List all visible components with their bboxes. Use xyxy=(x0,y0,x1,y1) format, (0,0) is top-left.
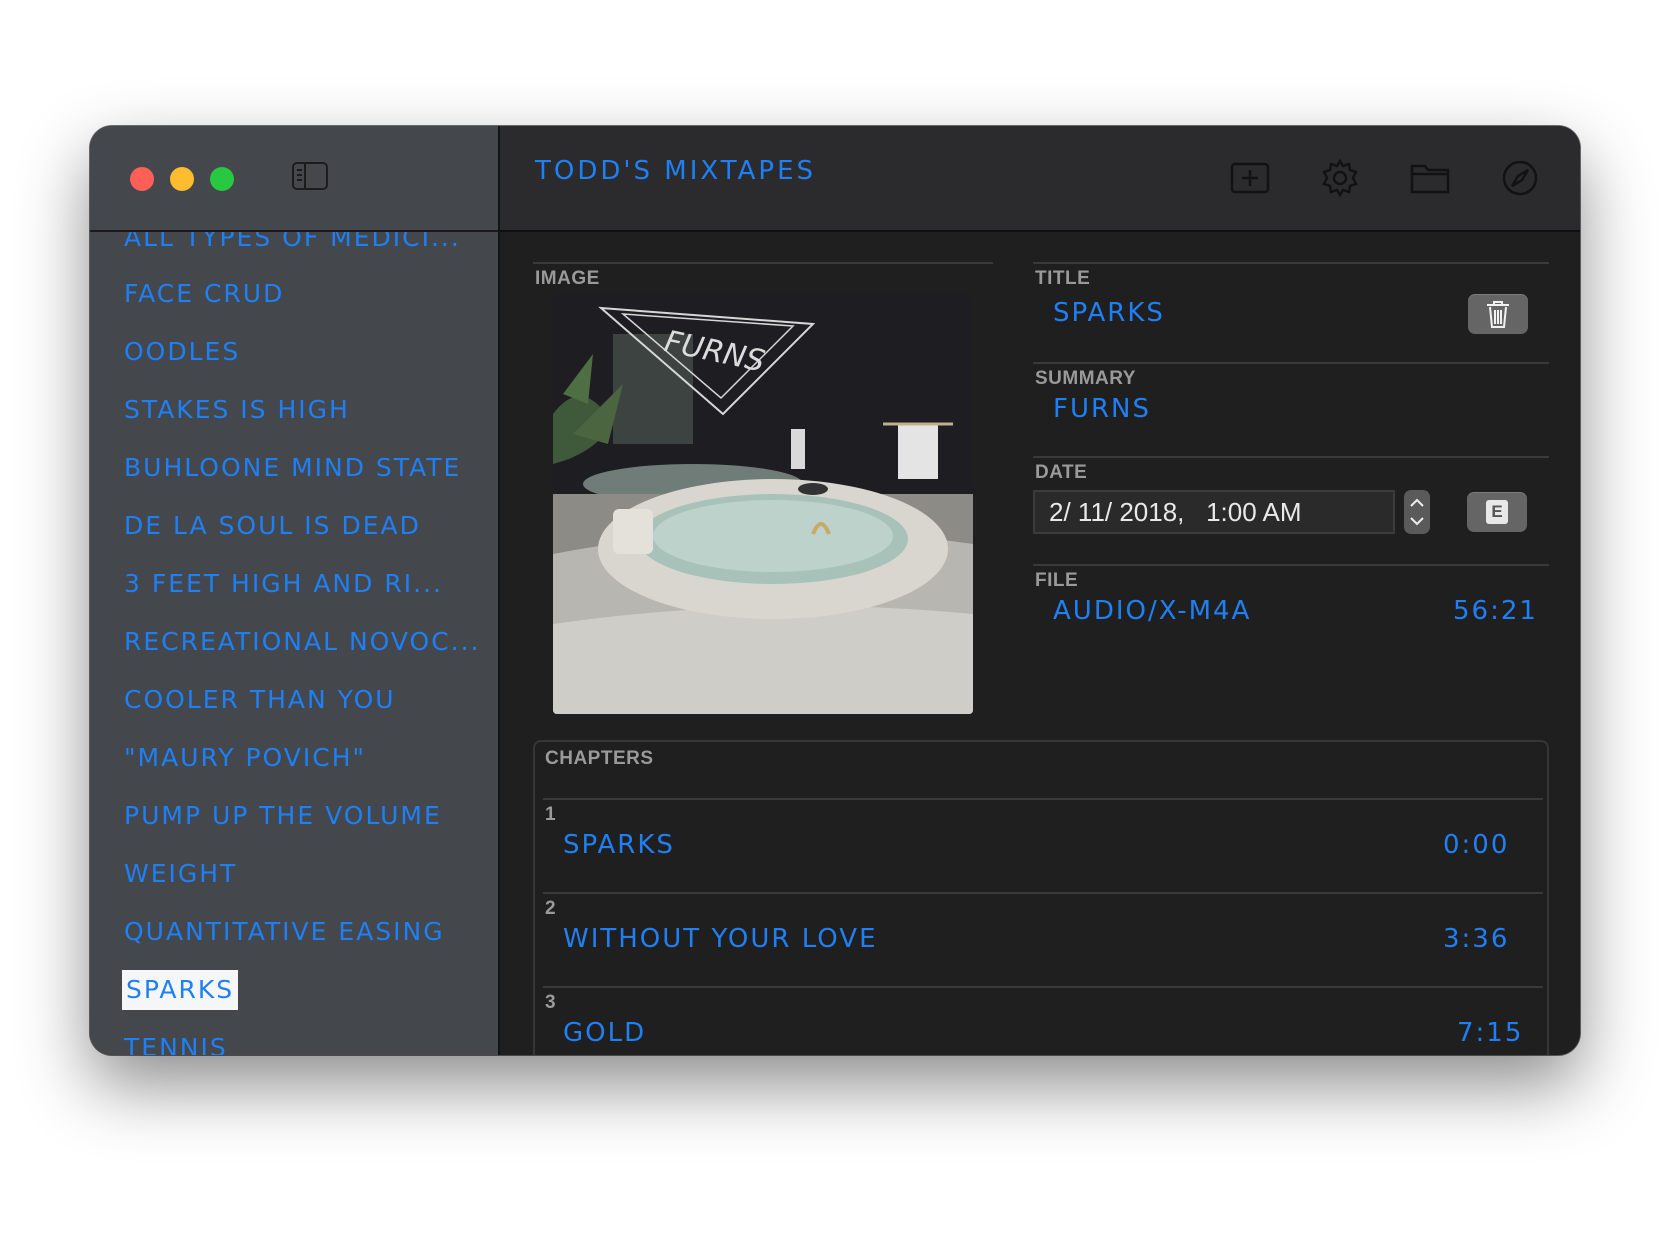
sidebar-item[interactable]: WEIGHT xyxy=(124,854,237,894)
sidebar-item[interactable]: FACE CRUD xyxy=(124,274,284,314)
separator xyxy=(533,262,993,264)
separator xyxy=(1033,456,1549,458)
gear-icon[interactable] xyxy=(1320,158,1360,198)
sidebar: ALL TYPES OF MEDICI... FACE CRUD OODLES … xyxy=(90,126,500,1055)
chapter-time[interactable]: 3:36 xyxy=(1443,924,1509,954)
chapter-number: 1 xyxy=(545,804,556,825)
chapter-title[interactable]: SPARKS xyxy=(563,830,675,860)
separator xyxy=(543,986,1543,988)
sidebar-item[interactable]: PUMP UP THE VOLUME xyxy=(124,796,442,836)
close-window-button[interactable] xyxy=(130,167,154,191)
mixtape-list[interactable]: ALL TYPES OF MEDICI... FACE CRUD OODLES … xyxy=(90,126,498,1055)
date-picker-field[interactable]: 2/ 11/ 2018, 1:00 AM xyxy=(1033,490,1395,534)
detail-pane: TODD'S MIXTAPES IMAGE FURNS TITLE SPARKS… xyxy=(500,126,1580,1055)
date-stepper[interactable] xyxy=(1404,490,1430,534)
sidebar-item[interactable]: 3 FEET HIGH AND RI... xyxy=(124,564,443,604)
sidebar-item[interactable]: RECREATIONAL NOVOC... xyxy=(124,622,481,662)
file-label: FILE xyxy=(1035,570,1079,591)
chevron-up-icon xyxy=(1410,498,1424,507)
toolbar: TODD'S MIXTAPES xyxy=(500,126,1580,232)
file-duration: 56:21 xyxy=(1453,596,1538,626)
compass-icon[interactable] xyxy=(1500,158,1540,198)
folder-icon[interactable] xyxy=(1410,158,1450,198)
album-art[interactable]: FURNS xyxy=(553,294,973,714)
sidebar-toggle-icon[interactable] xyxy=(292,162,328,190)
app-window: ALL TYPES OF MEDICI... FACE CRUD OODLES … xyxy=(90,126,1580,1055)
date-edit-label: E xyxy=(1486,500,1508,524)
separator xyxy=(543,798,1543,800)
sidebar-item[interactable]: STAKES IS HIGH xyxy=(124,390,350,430)
summary-label: SUMMARY xyxy=(1035,368,1136,389)
sidebar-item[interactable]: BUHLOONE MIND STATE xyxy=(124,448,461,488)
sidebar-item[interactable]: DE LA SOUL IS DEAD xyxy=(124,506,421,546)
date-label: DATE xyxy=(1035,462,1088,483)
separator xyxy=(543,892,1543,894)
add-icon[interactable] xyxy=(1230,158,1270,198)
separator xyxy=(1033,262,1549,264)
sidebar-item[interactable]: QUANTITATIVE EASING xyxy=(124,912,445,952)
title-label: TITLE xyxy=(1035,268,1091,289)
chapter-time[interactable]: 7:15 xyxy=(1457,1018,1523,1048)
chapters-panel: CHAPTERS 1 SPARKS 0:00 2 WITHOUT YOUR LO… xyxy=(533,740,1549,1055)
chapter-title[interactable]: GOLD xyxy=(563,1018,646,1048)
chapter-title[interactable]: WITHOUT YOUR LOVE xyxy=(563,924,878,954)
sidebar-item[interactable]: "MAURY POVICH" xyxy=(124,738,366,778)
image-label: IMAGE xyxy=(535,268,600,289)
date-edit-button[interactable]: E xyxy=(1467,492,1527,532)
chapter-number: 2 xyxy=(545,898,556,919)
zoom-window-button[interactable] xyxy=(210,167,234,191)
sidebar-item-selected[interactable]: SPARKS xyxy=(122,970,239,1010)
separator xyxy=(1033,564,1549,566)
sidebar-titlebar xyxy=(90,126,498,232)
separator xyxy=(1033,362,1549,364)
chapter-time[interactable]: 0:00 xyxy=(1443,830,1509,860)
minimize-window-button[interactable] xyxy=(170,167,194,191)
title-value[interactable]: SPARKS xyxy=(1053,298,1165,328)
trash-icon xyxy=(1487,301,1509,328)
app-title: TODD'S MIXTAPES xyxy=(535,156,817,186)
chevron-down-icon xyxy=(1410,517,1424,526)
summary-value[interactable]: FURNS xyxy=(1053,394,1151,424)
sidebar-item[interactable]: TENNIS xyxy=(124,1028,228,1055)
sidebar-item[interactable]: OODLES xyxy=(124,332,240,372)
delete-button[interactable] xyxy=(1468,294,1528,334)
sidebar-item[interactable]: COOLER THAN YOU xyxy=(124,680,396,720)
chapters-label: CHAPTERS xyxy=(545,748,654,769)
file-type-value: AUDIO/X-M4A xyxy=(1053,596,1252,626)
chapter-number: 3 xyxy=(545,992,556,1013)
